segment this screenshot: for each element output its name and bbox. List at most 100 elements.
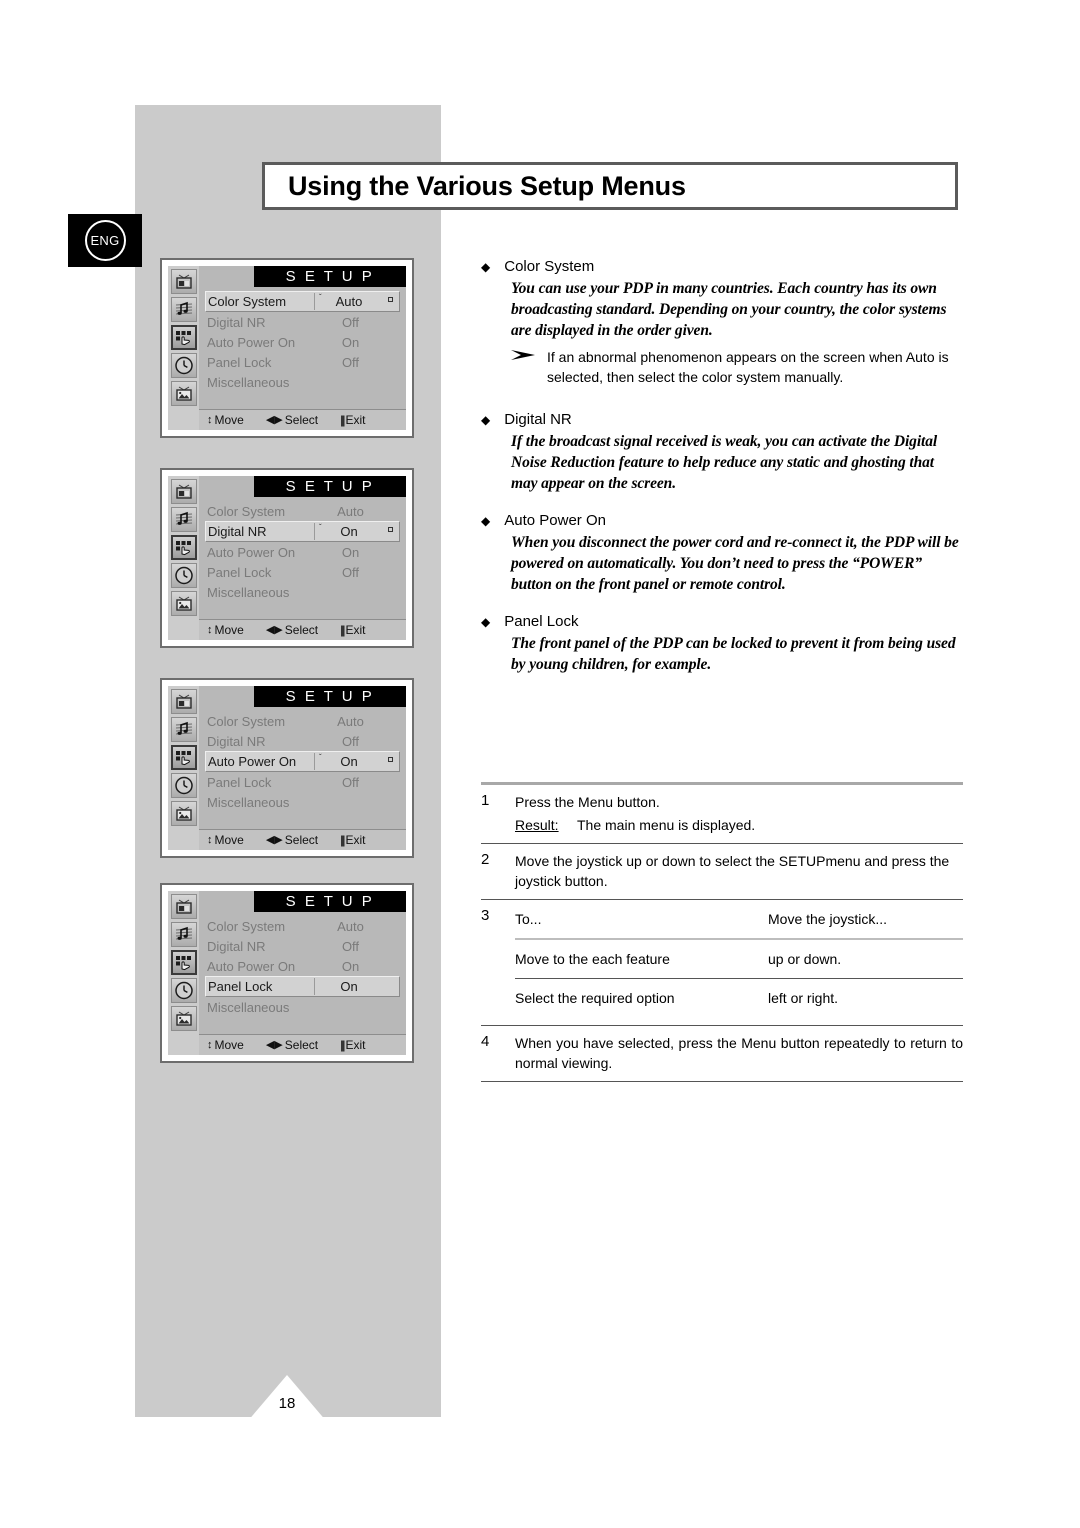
osd-row-label: Digital NR bbox=[208, 524, 267, 539]
footer-select-label: Select bbox=[284, 623, 319, 637]
table-row: Move to the each feature up or down. bbox=[515, 940, 963, 978]
step-text: When you have selected, press the Menu b… bbox=[515, 1035, 963, 1071]
osd-row-selected[interactable]: Color System Auto ˇ bbox=[205, 291, 400, 312]
osd-row[interactable]: Miscellaneous bbox=[205, 792, 400, 812]
music-note-icon[interactable] bbox=[170, 297, 197, 322]
footer-move[interactable]: ↕ Move bbox=[207, 413, 244, 427]
osd-row[interactable]: Miscellaneous bbox=[205, 372, 400, 392]
osd-row-divider bbox=[314, 293, 315, 310]
diamond-bullet-icon: ◆ bbox=[481, 413, 491, 427]
language-badge-label: ENG bbox=[84, 220, 126, 261]
osd-row[interactable]: Panel Lock Off bbox=[205, 352, 400, 372]
osd-row-value: Auto bbox=[335, 294, 363, 309]
screen-image-icon[interactable] bbox=[170, 1006, 197, 1031]
osd-footer: ↕ Move ◀▶ Select ||| Exit bbox=[199, 1034, 406, 1055]
diamond-bullet-icon: ◆ bbox=[481, 514, 491, 528]
osd-row[interactable]: Panel Lock Off bbox=[205, 772, 400, 792]
osd-inner: S E T U P Color System Auto Digital NR Off Au… bbox=[168, 891, 406, 1055]
osd-title: S E T U P bbox=[254, 686, 406, 707]
osd-row-label: Auto Power On bbox=[207, 958, 296, 974]
footer-exit[interactable]: ||| Exit bbox=[340, 1038, 365, 1052]
left-right-arrow-icon: ◀▶ bbox=[265, 1038, 283, 1051]
clock-icon[interactable] bbox=[170, 978, 197, 1003]
screen-image-icon[interactable] bbox=[170, 591, 197, 616]
footer-select[interactable]: ◀▶ Select bbox=[266, 833, 318, 847]
osd-row-value: Off bbox=[341, 938, 360, 954]
osd-row[interactable]: Miscellaneous bbox=[205, 997, 400, 1017]
osd-row-label: Color System bbox=[207, 503, 286, 519]
osd-panel-1: S E T U P Color System Auto ˇ Digital NR Off A… bbox=[160, 258, 414, 438]
picture-tv-icon[interactable] bbox=[170, 689, 197, 714]
menu-bars-icon: ||| bbox=[340, 833, 346, 847]
osd-row-selected[interactable]: Panel Lock On bbox=[205, 976, 400, 997]
arrow-note-icon bbox=[509, 347, 547, 387]
menu-bars-icon: ||| bbox=[340, 413, 346, 427]
osd-row-label: Miscellaneous bbox=[207, 794, 290, 810]
result-text: The main menu is displayed. bbox=[577, 817, 756, 833]
footer-exit[interactable]: ||| Exit bbox=[340, 623, 365, 637]
table-cell-task: Move to the each feature bbox=[515, 951, 670, 967]
clock-icon[interactable] bbox=[170, 353, 197, 378]
clock-icon[interactable] bbox=[170, 563, 197, 588]
osd-panel-3: S E T U P Color System Auto Digital NR Off Au… bbox=[160, 678, 414, 858]
feature-description: If the broadcast signal received is weak… bbox=[511, 433, 938, 492]
osd-row-value: On bbox=[340, 524, 358, 539]
menu-bars-icon: ||| bbox=[340, 623, 346, 637]
picture-tv-icon[interactable] bbox=[170, 479, 197, 504]
up-down-arrow-icon: ↕ bbox=[207, 1038, 213, 1051]
osd-row-value: On bbox=[340, 754, 358, 769]
osd-row[interactable]: Panel Lock Off bbox=[205, 562, 400, 582]
step-text: Press the Menu button. bbox=[515, 794, 660, 810]
osd-row-label: Miscellaneous bbox=[207, 584, 290, 600]
osd-row[interactable]: Auto Power On On bbox=[205, 956, 400, 976]
osd-row[interactable]: Digital NR Off bbox=[205, 936, 400, 956]
osd-row[interactable]: Color System Auto bbox=[205, 711, 400, 731]
picture-tv-icon[interactable] bbox=[170, 269, 197, 294]
osd-row[interactable]: Color System Auto bbox=[205, 916, 400, 936]
feature-note: If an abnormal phenomenon appears on the… bbox=[509, 347, 963, 387]
footer-move[interactable]: ↕ Move bbox=[207, 623, 244, 637]
footer-move[interactable]: ↕ Move bbox=[207, 1038, 244, 1052]
osd-footer: ↕ Move ◀▶ Select ||| Exit bbox=[199, 409, 406, 430]
music-note-icon[interactable] bbox=[170, 507, 197, 532]
osd-row[interactable]: Color System Auto bbox=[205, 501, 400, 521]
setup-hand-icon[interactable] bbox=[170, 745, 197, 770]
footer-select[interactable]: ◀▶ Select bbox=[266, 623, 318, 637]
osd-body: S E T U P Color System Auto Digital NR On ˇ Au… bbox=[199, 476, 406, 640]
osd-row[interactable]: Miscellaneous bbox=[205, 582, 400, 602]
feature-name: Panel Lock bbox=[504, 613, 579, 630]
osd-row-selected[interactable]: Digital NR On ˇ bbox=[205, 521, 400, 542]
screen-image-icon[interactable] bbox=[170, 381, 197, 406]
setup-hand-icon[interactable] bbox=[170, 950, 197, 975]
footer-select[interactable]: ◀▶ Select bbox=[266, 413, 318, 427]
feature-block-auto-power-on: ◆ Auto Power On When you disconnect the … bbox=[481, 510, 963, 595]
feature-heading: ◆ Digital NR bbox=[481, 409, 963, 431]
setup-hand-icon[interactable] bbox=[170, 325, 197, 350]
step-number: 4 bbox=[481, 1033, 490, 1050]
square-marker-icon bbox=[388, 527, 393, 532]
music-note-icon[interactable] bbox=[170, 717, 197, 742]
footer-exit[interactable]: ||| Exit bbox=[340, 833, 365, 847]
osd-row-selected[interactable]: Auto Power On On ˇ bbox=[205, 751, 400, 772]
osd-row[interactable]: Digital NR Off bbox=[205, 312, 400, 332]
footer-select[interactable]: ◀▶ Select bbox=[266, 1038, 318, 1052]
osd-row[interactable]: Digital NR Off bbox=[205, 731, 400, 751]
page-title-box: Using the Various Setup Menus bbox=[262, 162, 958, 210]
screen-image-icon[interactable] bbox=[170, 801, 197, 826]
osd-row-value: Auto bbox=[337, 713, 364, 729]
picture-tv-icon[interactable] bbox=[170, 894, 197, 919]
music-note-icon[interactable] bbox=[170, 922, 197, 947]
result-label: Result: bbox=[515, 817, 559, 833]
step-text: Move the joystick up or down to select t… bbox=[515, 853, 950, 889]
footer-move[interactable]: ↕ Move bbox=[207, 833, 244, 847]
setup-hand-icon[interactable] bbox=[170, 535, 197, 560]
left-right-arrow-icon: ◀▶ bbox=[265, 413, 283, 426]
feature-description: You can use your PDP in many countries. … bbox=[511, 280, 947, 339]
footer-exit[interactable]: ||| Exit bbox=[340, 413, 365, 427]
osd-title: S E T U P bbox=[254, 266, 406, 287]
osd-body: S E T U P Color System Auto ˇ Digital NR Off A… bbox=[199, 266, 406, 430]
clock-icon[interactable] bbox=[170, 773, 197, 798]
osd-inner: S E T U P Color System Auto Digital NR Off Au… bbox=[168, 686, 406, 850]
osd-row[interactable]: Auto Power On On bbox=[205, 542, 400, 562]
osd-row[interactable]: Auto Power On On bbox=[205, 332, 400, 352]
